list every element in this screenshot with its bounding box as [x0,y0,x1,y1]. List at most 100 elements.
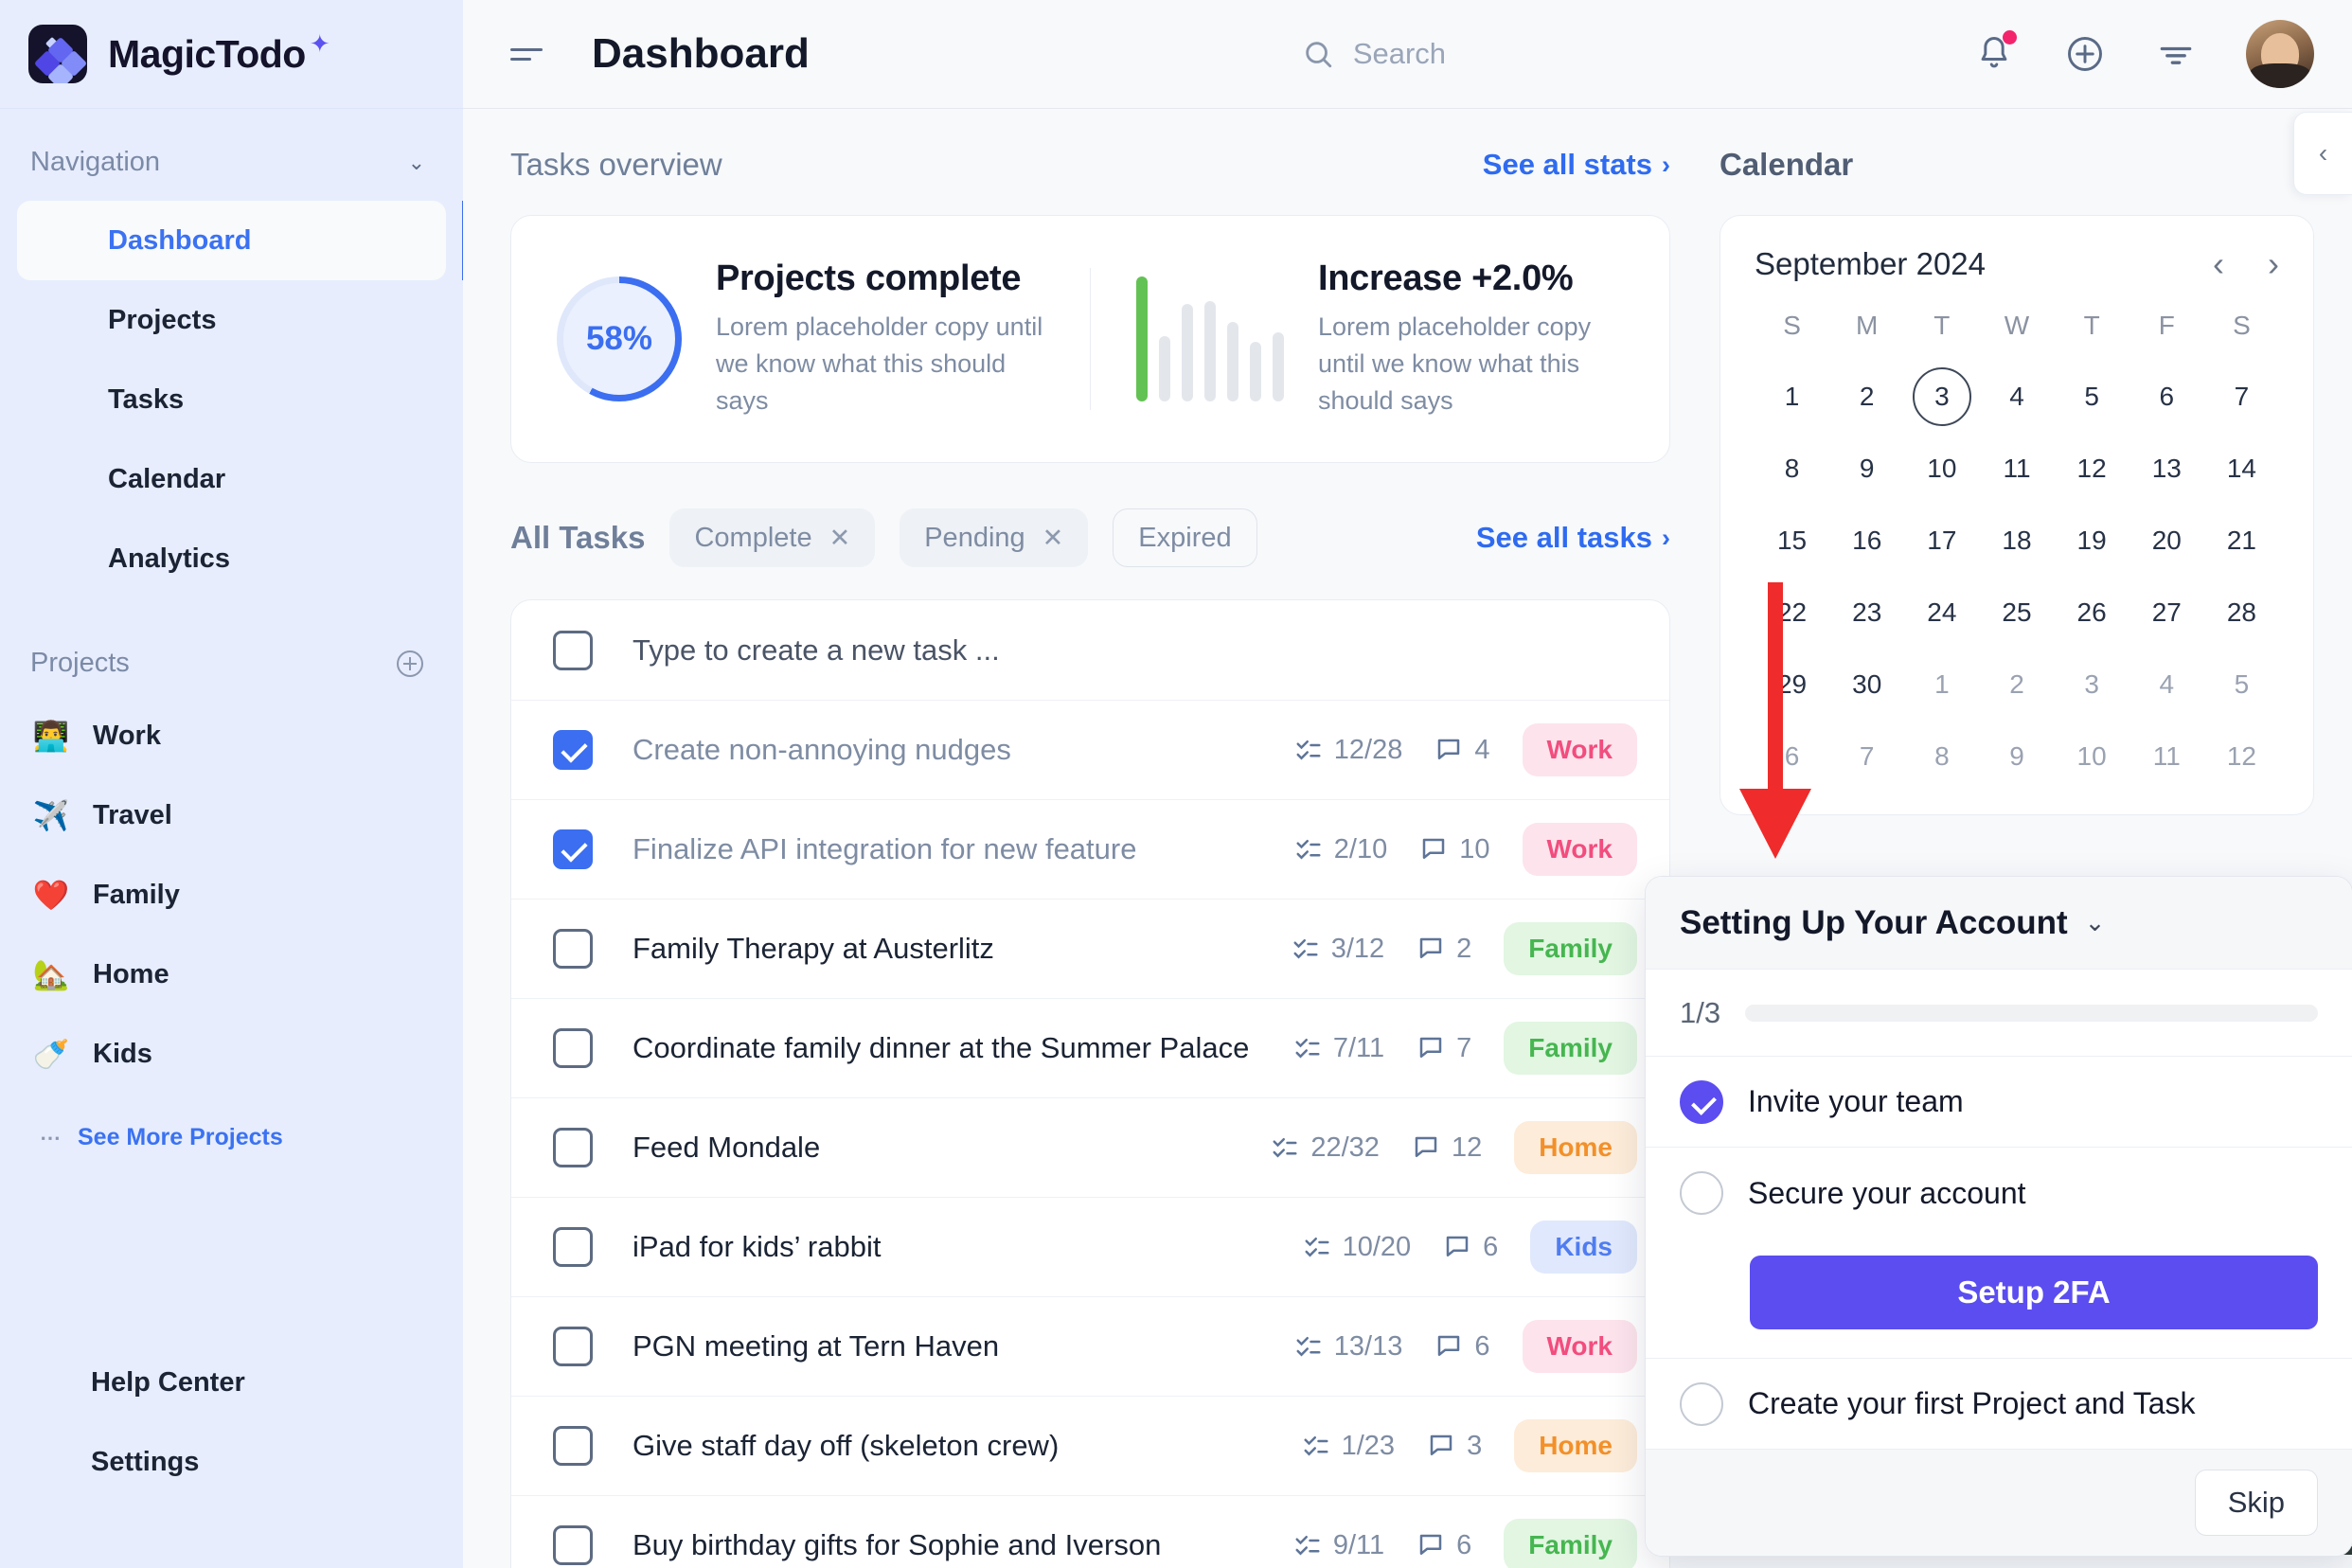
filter-icon[interactable] [2155,33,2197,75]
calendar-day[interactable]: 18 [1979,511,2054,570]
table-row[interactable]: Give staff day off (skeleton crew) 1/23 … [511,1396,1669,1495]
filter-chip-pending[interactable]: Pending ✕ [900,508,1089,567]
step-radio-icon[interactable] [1680,1381,1723,1426]
calendar-day[interactable]: 12 [2055,439,2129,498]
calendar-day[interactable]: 10 [2055,727,2129,786]
close-icon[interactable]: ✕ [829,524,851,553]
sidebar-item-help-center[interactable]: Help Center [0,1343,463,1422]
onboarding-step-create-project[interactable]: Create your first Project and Task [1646,1359,2352,1450]
task-checkbox[interactable] [553,1426,593,1466]
status-badge[interactable]: Family [1504,1022,1637,1075]
status-badge[interactable]: Home [1514,1121,1637,1174]
avatar[interactable] [2246,20,2314,88]
calendar-day[interactable]: 8 [1755,439,1829,498]
chevron-down-icon[interactable]: ⌄ [2085,908,2106,937]
calendar-day-today[interactable]: 3 [1904,367,1979,426]
calendar-day[interactable]: 3 [2055,655,2129,714]
bell-icon[interactable] [1973,30,2017,75]
plus-circle-icon[interactable] [2064,33,2106,75]
sidebar-item-settings[interactable]: Settings [0,1422,463,1502]
calendar-day[interactable]: 30 [1829,655,1904,714]
calendar-day[interactable]: 11 [2129,727,2204,786]
collapse-panel-button[interactable]: ‹ [2293,112,2352,195]
calendar-day[interactable]: 15 [1755,511,1829,570]
task-checkbox[interactable] [553,730,593,770]
calendar-day[interactable]: 6 [1755,727,1829,786]
sidebar-item-tasks[interactable]: Tasks [17,360,446,439]
brand-header[interactable]: MagicTodo ✦ [0,0,463,109]
status-badge[interactable]: Work [1522,1320,1637,1373]
navigation-section-header[interactable]: Navigation ⌄ [0,109,463,178]
search-input[interactable]: Search [1302,37,1446,71]
new-task-checkbox[interactable] [553,630,593,670]
project-item-home[interactable]: 🏡 Home [0,935,463,1014]
calendar-day[interactable]: 22 [1755,583,1829,642]
calendar-day[interactable]: 4 [1979,367,2054,426]
table-row[interactable]: Feed Mondale 22/32 12 Home [511,1097,1669,1197]
calendar-day[interactable]: 8 [1904,727,1979,786]
menu-toggle-icon[interactable] [510,47,543,61]
filter-chip-complete[interactable]: Complete ✕ [669,508,876,567]
calendar-day[interactable]: 19 [2055,511,2129,570]
calendar-day[interactable]: 7 [2204,367,2279,426]
calendar-day[interactable]: 2 [1979,655,2054,714]
task-checkbox[interactable] [553,829,593,869]
calendar-day[interactable]: 11 [1979,439,2054,498]
setup-2fa-button[interactable]: Setup 2FA [1750,1256,2318,1329]
table-row[interactable]: Family Therapy at Austerlitz 3/12 2 Fami… [511,899,1669,998]
sidebar-item-dashboard[interactable]: Dashboard [17,201,467,280]
calendar-day[interactable]: 5 [2055,367,2129,426]
calendar-day[interactable]: 29 [1755,655,1829,714]
calendar-day[interactable]: 2 [1829,367,1904,426]
sidebar-item-calendar[interactable]: Calendar [17,439,446,519]
status-badge[interactable]: Work [1522,723,1637,776]
onboarding-header[interactable]: Setting Up Your Account ⌄ [1646,877,2352,970]
calendar-day[interactable]: 28 [2204,583,2279,642]
calendar-day[interactable]: 26 [2055,583,2129,642]
chevron-down-icon[interactable]: ⌄ [408,151,425,175]
project-item-work[interactable]: 👨‍💻 Work [0,696,463,775]
calendar-day[interactable]: 4 [2129,655,2204,714]
task-checkbox[interactable] [553,1327,593,1366]
calendar-day[interactable]: 10 [1904,439,1979,498]
table-row[interactable]: Create non-annoying nudges 12/28 4 Work [511,700,1669,799]
task-checkbox[interactable] [553,1525,593,1565]
see-all-tasks-link[interactable]: See all tasks › [1476,521,1670,555]
calendar-day[interactable]: 7 [1829,727,1904,786]
calendar-day[interactable]: 24 [1904,583,1979,642]
calendar-day[interactable]: 21 [2204,511,2279,570]
calendar-day[interactable]: 1 [1904,655,1979,714]
calendar-day[interactable]: 1 [1755,367,1829,426]
table-row[interactable]: iPad for kids’ rabbit 10/20 6 Kids [511,1197,1669,1296]
status-badge[interactable]: Home [1514,1419,1637,1472]
calendar-day[interactable]: 14 [2204,439,2279,498]
task-checkbox[interactable] [553,1028,593,1068]
chevron-left-icon[interactable]: ‹ [2213,247,2224,281]
status-badge[interactable]: Work [1522,823,1637,876]
table-row[interactable]: Finalize API integration for new feature… [511,799,1669,899]
filter-chip-expired[interactable]: Expired [1113,508,1257,567]
onboarding-step-invite-team[interactable]: Invite your team [1646,1057,2352,1148]
see-more-projects-link[interactable]: ⋯ See More Projects [0,1124,463,1151]
table-row[interactable]: PGN meeting at Tern Haven 13/13 6 Work [511,1296,1669,1396]
status-badge[interactable]: Family [1504,1519,1637,1568]
calendar-day[interactable]: 20 [2129,511,2204,570]
sidebar-item-analytics[interactable]: Analytics [17,519,446,598]
calendar-day[interactable]: 6 [2129,367,2204,426]
calendar-day[interactable]: 13 [2129,439,2204,498]
step-check-icon[interactable] [1680,1079,1723,1124]
new-task-row[interactable]: Type to create a new task ... [511,600,1669,700]
onboarding-step-secure-account[interactable]: Secure your account [1646,1148,2352,1238]
project-item-kids[interactable]: 🍼 Kids [0,1014,463,1094]
project-item-travel[interactable]: ✈️ Travel [0,775,463,855]
see-all-stats-link[interactable]: See all stats › [1483,148,1670,182]
chevron-right-icon[interactable]: › [2268,247,2279,281]
table-row[interactable]: Coordinate family dinner at the Summer P… [511,998,1669,1097]
calendar-day[interactable]: 9 [1979,727,2054,786]
project-item-family[interactable]: ❤️ Family [0,855,463,935]
calendar-day[interactable]: 12 [2204,727,2279,786]
calendar-day[interactable]: 23 [1829,583,1904,642]
calendar-day[interactable]: 25 [1979,583,2054,642]
sidebar-item-projects[interactable]: Projects [17,280,446,360]
skip-button[interactable]: Skip [2194,1470,2318,1536]
